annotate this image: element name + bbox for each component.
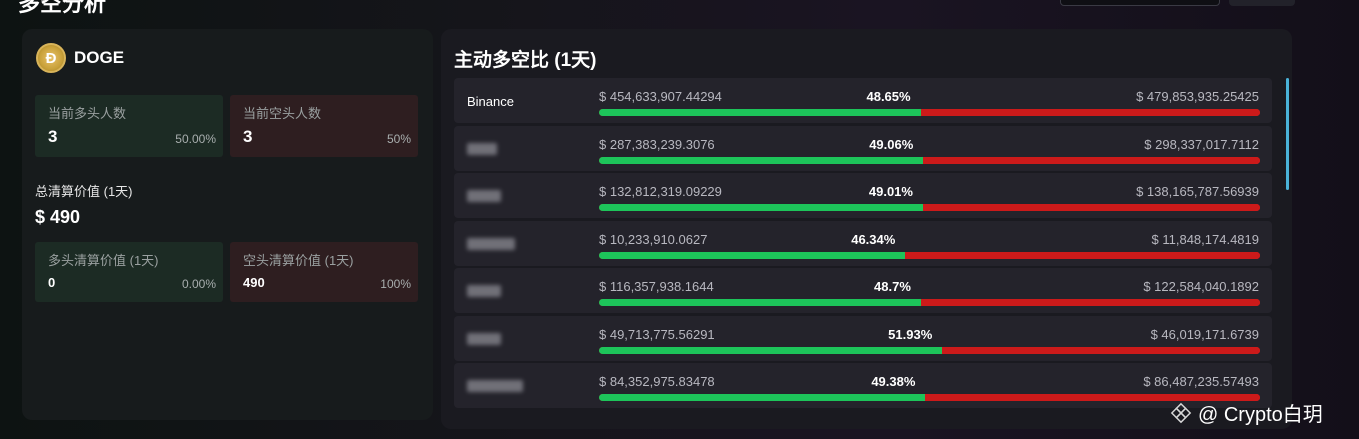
long-bar-segment [599, 251, 906, 259]
long-ratio-pct: 49.38% [871, 374, 916, 389]
long-short-ratio-bar [599, 346, 1260, 354]
long-volume: $ 287,383,239.3076 [599, 136, 715, 152]
exchange-row[interactable]: $ 10,233,910.0627 46.34% $ 11,848,174.4819 [454, 220, 1272, 266]
short-bar-segment [925, 156, 1260, 164]
short-bar-segment [922, 299, 1260, 306]
long-ratio-pct: 49.01% [868, 184, 913, 199]
short-volume: $ 122,584,040.1892 [1143, 279, 1259, 294]
short-bar-segment [924, 204, 1260, 211]
long-volume: $ 84,352,975.83478 [599, 374, 715, 389]
short-count-value: 3 [243, 127, 253, 146]
long-ratio-pct: 51.93% [888, 326, 933, 342]
ratio-panel-title: 主动多空比 (1天) [454, 50, 597, 71]
short-volume: $ 46,019,171.6739 [1150, 326, 1259, 342]
long-volume: $ 10,233,910.0627 [599, 231, 708, 247]
page-title: 多空分析 [18, 0, 107, 16]
long-ratio-pct: 46.34% [851, 231, 896, 247]
long-short-ratio-bar [599, 204, 1260, 211]
short-volume: $ 86,487,235.57493 [1143, 374, 1259, 389]
exchange-row[interactable]: $ 84,352,975.83478 49.38% $ 86,487,235.574… [454, 363, 1272, 408]
long-ratio-pct: 48.7% [874, 279, 911, 294]
long-short-ratio-bar [599, 394, 1260, 401]
exchange-name-redacted [467, 142, 497, 155]
short-volume: $ 138,165,787.56939 [1136, 184, 1259, 199]
total-liquidation-value: $ 490 [35, 207, 81, 227]
long-ratio-pct: 48.65% [866, 89, 911, 104]
long-short-ratio-bar [599, 156, 1260, 164]
short-liquidation-label: 空头清算价值 (1天) [243, 253, 354, 268]
coin-summary-panel: Ð DOGE 当前多头人数 3 50.00% 当前空头人数 3 50% 总清算价… [22, 29, 433, 420]
short-bar-segment [944, 346, 1260, 354]
short-bar-segment [922, 109, 1260, 116]
exchange-name-redacted [467, 380, 523, 392]
long-volume: $ 454,633,907.44294 [599, 89, 722, 104]
long-ratio-pct: 49.06% [869, 136, 914, 152]
watermark: @ Crypto白玥 [1170, 398, 1323, 427]
list-scrollbar[interactable] [1286, 78, 1289, 190]
exchange-name-redacted [467, 332, 501, 345]
exchange-row[interactable]: Binance $ 454,633,907.44294 48.65% $ 479,85… [454, 78, 1272, 123]
exchange-row[interactable]: $ 49,713,775.56291 51.93% $ 46,019,171.673… [454, 315, 1272, 361]
long-volume: $ 116,357,938.1644 [599, 279, 714, 294]
short-bar-segment [907, 251, 1260, 259]
exchange-row[interactable]: $ 116,357,938.1644 48.7% $ 122,584,040.189… [454, 268, 1272, 313]
binance-square-icon [1170, 402, 1192, 423]
long-liquidation-pct: 0.00% [181, 277, 216, 291]
long-bar-segment [599, 204, 923, 211]
short-count-card: 当前空头人数 3 50% [230, 95, 418, 157]
exchange-row[interactable]: $ 132,812,319.09229 49.01% $ 138,165,787.5… [454, 173, 1272, 218]
watermark-text: @ Crypto白玥 [1198, 404, 1323, 426]
exchange-name-redacted [467, 190, 501, 202]
long-liquidation-value: 0 [48, 275, 56, 290]
long-liquidation-label: 多头清算价值 (1天) [48, 253, 159, 268]
short-volume: $ 11,848,174.4819 [1151, 231, 1259, 247]
long-bar-segment [599, 346, 943, 354]
short-volume: $ 479,853,935.25425 [1136, 89, 1259, 104]
long-short-ratio-bar [599, 299, 1260, 306]
short-liquidation-value: 490 [243, 275, 265, 290]
long-count-label: 当前多头人数 [48, 106, 127, 121]
long-count-card: 当前多头人数 3 50.00% [35, 95, 223, 157]
long-short-ratio-panel: 主动多空比 (1天) Binance $ 454,633,907.44294 48.… [441, 29, 1292, 429]
long-volume: $ 132,812,319.09229 [599, 184, 722, 199]
long-short-ratio-bar [599, 109, 1260, 116]
long-volume: $ 49,713,775.56291 [599, 326, 715, 342]
short-count-pct: 50% [386, 132, 411, 146]
exchange-name-redacted [467, 237, 515, 250]
long-short-ratio-bar [599, 251, 1260, 259]
exchange-name: Binance [467, 94, 514, 109]
long-bar-segment [599, 109, 921, 116]
short-count-label: 当前空头人数 [243, 106, 322, 121]
short-liquidation-card: 空头清算价值 (1天) 490 100% [230, 242, 418, 302]
timeframe-select[interactable] [1060, 0, 1220, 6]
coin-header: Ð DOGE [36, 43, 124, 73]
top-action-button[interactable] [1229, 0, 1295, 6]
long-bar-segment [599, 394, 926, 401]
short-liquidation-pct: 100% [380, 277, 411, 291]
long-bar-segment [599, 156, 924, 164]
long-liquidation-card: 多头清算价值 (1天) 0 0.00% [35, 242, 223, 302]
long-bar-segment [599, 299, 921, 306]
exchange-name-redacted [467, 285, 501, 297]
doge-logo-icon: Ð [36, 43, 66, 73]
long-count-pct: 50.00% [175, 132, 216, 146]
long-count-value: 3 [48, 127, 58, 146]
coin-symbol: DOGE [74, 48, 125, 67]
short-volume: $ 298,337,017.7112 [1144, 136, 1259, 152]
exchange-row[interactable]: $ 287,383,239.3076 49.06% $ 298,337,017.71… [454, 125, 1272, 171]
total-liquidation-label: 总清算价值 (1天) [35, 184, 133, 199]
